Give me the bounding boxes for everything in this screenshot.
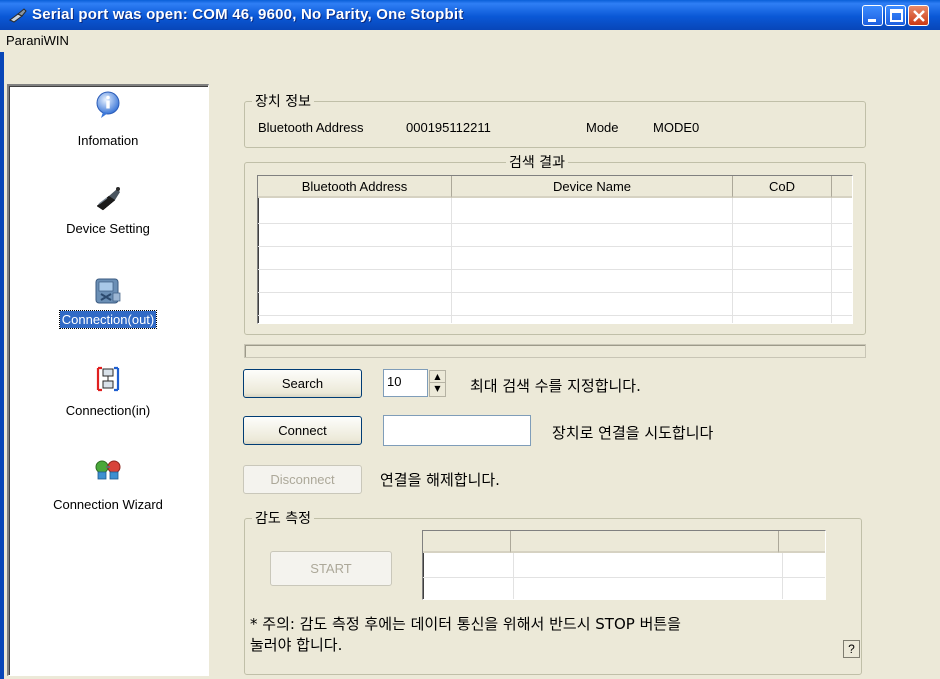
connection-in-icon xyxy=(96,366,120,392)
sidebar-item-label: Infomation xyxy=(77,133,139,148)
search-progress-bar xyxy=(244,344,866,358)
sidebar-item-connection-wizard[interactable]: Connection Wizard xyxy=(9,452,207,544)
grid-line xyxy=(451,198,452,323)
bluetooth-address-value: 000195112211 xyxy=(406,120,491,135)
sensitivity-column-header[interactable] xyxy=(779,531,825,553)
help-button[interactable]: ? xyxy=(843,640,860,658)
maximize-button[interactable] xyxy=(885,5,906,26)
device-setting-icon xyxy=(96,187,120,211)
search-results-title: 검색 결과 xyxy=(506,152,568,172)
title-bar[interactable]: Serial port was open: COM 46, 9600, No P… xyxy=(0,0,940,30)
info-icon xyxy=(96,91,120,118)
grid-line xyxy=(258,292,852,293)
connect-address-input[interactable] xyxy=(383,415,531,446)
mode-value: MODE0 xyxy=(653,120,700,135)
search-count-input[interactable]: 10 xyxy=(383,369,428,397)
close-icon xyxy=(913,10,925,22)
maximize-icon xyxy=(890,9,903,22)
disconnect-button[interactable]: Disconnect xyxy=(243,465,362,494)
column-header-bluetooth-address[interactable]: Bluetooth Address xyxy=(258,176,452,198)
sensitivity-column-header[interactable] xyxy=(511,531,779,553)
spin-down-icon[interactable]: ▼ xyxy=(430,383,445,395)
sidebar-item-infomation[interactable]: Infomation xyxy=(9,86,207,176)
search-button[interactable]: Search xyxy=(243,369,362,398)
grid-line xyxy=(258,269,852,270)
serial-plug-icon xyxy=(9,8,27,23)
sidebar-item-device-setting[interactable]: Device Setting xyxy=(9,176,207,268)
disconnect-hint: 연결을 해제합니다. xyxy=(380,471,500,489)
sidebar-item-label: Connection(out) xyxy=(58,310,158,329)
column-header-device-name[interactable]: Device Name xyxy=(452,176,733,198)
sidebar-item-label: Connection Wizard xyxy=(53,497,163,512)
sensitivity-note-line2: 눌러야 합니다. xyxy=(250,636,343,654)
menu-bar: ParaniWIN xyxy=(0,30,940,52)
menu-item-paraniwin[interactable]: ParaniWIN xyxy=(6,33,69,48)
grid-line xyxy=(423,577,825,578)
column-header-cod[interactable]: CoD xyxy=(733,176,832,198)
sidebar: Infomation Device Setting Connection(out… xyxy=(7,84,209,676)
connect-hint: 장치로 연결을 시도합니다 xyxy=(552,424,714,442)
connect-button[interactable]: Connect xyxy=(243,416,362,445)
sidebar-item-label: Connection(in) xyxy=(65,403,151,418)
search-count-spinner[interactable]: ▲ ▼ xyxy=(429,370,446,397)
column-header-filler xyxy=(832,176,852,198)
minimize-icon xyxy=(868,19,876,22)
search-hint: 최대 검색 수를 지정합니다. xyxy=(470,377,641,395)
start-button[interactable]: START xyxy=(270,551,392,586)
spin-up-icon[interactable]: ▲ xyxy=(430,371,445,383)
sidebar-item-label: Device Setting xyxy=(66,221,150,236)
sensitivity-title: 감도 측정 xyxy=(252,508,314,528)
close-button[interactable] xyxy=(908,5,929,26)
sidebar-item-connection-in[interactable]: Connection(in) xyxy=(9,360,207,452)
grid-line xyxy=(258,246,852,247)
sensitivity-list[interactable] xyxy=(422,530,826,600)
grid-line xyxy=(732,198,733,323)
bluetooth-address-label: Bluetooth Address xyxy=(258,120,364,135)
search-results-list[interactable]: Bluetooth Address Device Name CoD xyxy=(257,175,853,324)
window-title: Serial port was open: COM 46, 9600, No P… xyxy=(32,6,464,23)
device-info-title: 장치 정보 xyxy=(252,91,314,111)
sensitivity-note-line1: * 주의: 감도 측정 후에는 데이터 통신을 위해서 반드시 STOP 버튼을 xyxy=(250,615,681,633)
grid-line xyxy=(258,315,852,316)
minimize-button[interactable] xyxy=(862,5,883,26)
connection-wizard-icon xyxy=(95,460,121,480)
mode-label: Mode xyxy=(586,120,619,135)
window-border xyxy=(0,30,4,679)
sidebar-item-connection-out[interactable]: Connection(out) xyxy=(9,268,207,360)
grid-line xyxy=(258,223,852,224)
connection-out-icon xyxy=(95,278,121,304)
grid-line xyxy=(831,198,832,323)
sensitivity-column-header[interactable] xyxy=(423,531,511,553)
